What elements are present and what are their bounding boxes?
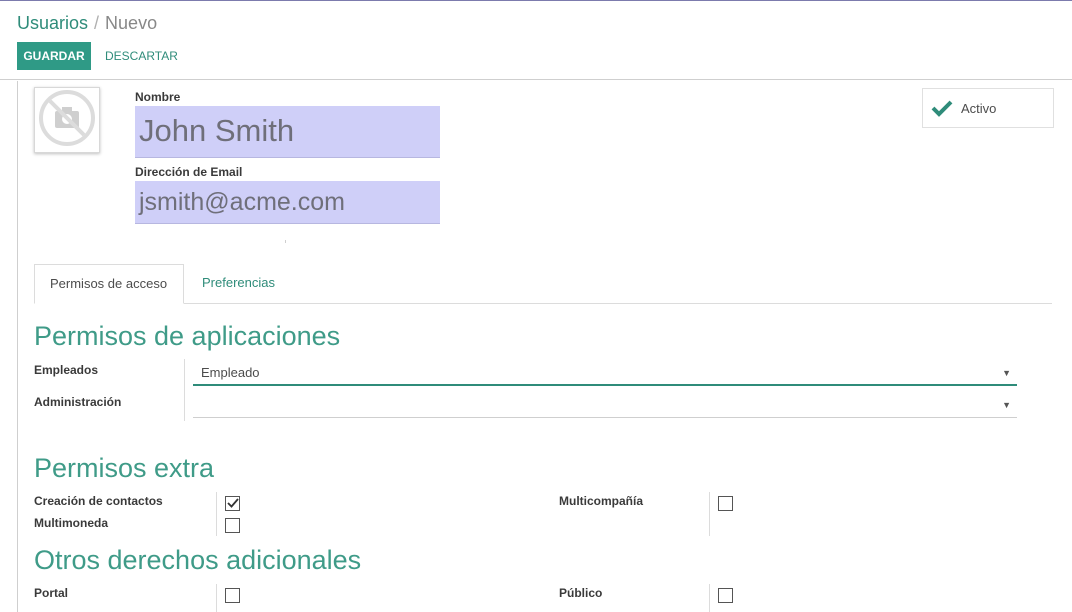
name-input[interactable]: John Smith [135, 106, 440, 158]
other-rights-title: Otros derechos adicionales [34, 545, 362, 575]
breadcrumb-parent-link[interactable]: Usuarios [17, 13, 88, 33]
breadcrumb: Usuarios / Nuevo [17, 13, 157, 34]
create-contacts-label: Creación de contactos [34, 494, 163, 508]
no-photo-camera-icon [38, 89, 96, 152]
public-checkbox[interactable] [718, 588, 733, 603]
control-panel: Usuarios / Nuevo GUARDAR DESCARTAR [0, 0, 1072, 80]
caret-down-icon: ▼ [1002, 368, 1011, 378]
column-separator [709, 492, 710, 536]
column-separator [216, 492, 217, 536]
avatar[interactable] [34, 87, 100, 153]
name-label: Nombre [135, 90, 181, 104]
tab-preferences[interactable]: Preferencias [187, 264, 290, 304]
extra-permissions-title: Permisos extra [34, 453, 215, 483]
column-separator [709, 584, 710, 612]
multicurrency-label: Multimoneda [34, 516, 108, 530]
multicompany-label: Multicompañía [559, 494, 644, 508]
app-permissions-title: Permisos de aplicaciones [34, 321, 341, 351]
tab-access-rights[interactable]: Permisos de acceso [34, 264, 184, 304]
active-toggle-button[interactable]: Activo [922, 88, 1054, 128]
employees-select[interactable]: Empleado ▼ [193, 362, 1017, 386]
employees-label: Empleados [34, 363, 99, 377]
save-button[interactable]: GUARDAR [17, 42, 91, 70]
active-label: Activo [961, 100, 997, 116]
email-input[interactable]: jsmith@acme.com [135, 181, 440, 224]
portal-checkbox[interactable] [225, 588, 240, 603]
discard-button[interactable]: DESCARTAR [97, 42, 186, 70]
caret-down-icon: ▼ [1002, 400, 1011, 410]
multicurrency-checkbox[interactable] [225, 518, 240, 533]
administration-select[interactable]: ▼ [193, 394, 1017, 418]
portal-label: Portal [34, 586, 69, 600]
check-icon [931, 99, 953, 117]
breadcrumb-current: Nuevo [105, 13, 158, 33]
administration-label: Administración [34, 395, 122, 409]
multicompany-checkbox[interactable] [718, 496, 733, 511]
divider-dot [285, 240, 286, 243]
column-separator [184, 359, 185, 421]
column-separator [216, 584, 217, 612]
public-label: Público [559, 586, 603, 600]
breadcrumb-separator: / [94, 13, 100, 33]
email-label: Dirección de Email [135, 165, 243, 179]
employees-select-value: Empleado [201, 365, 260, 380]
form-sheet: Nombre John Smith Dirección de Email jsm… [17, 81, 1072, 612]
create-contacts-checkbox[interactable] [225, 496, 240, 511]
